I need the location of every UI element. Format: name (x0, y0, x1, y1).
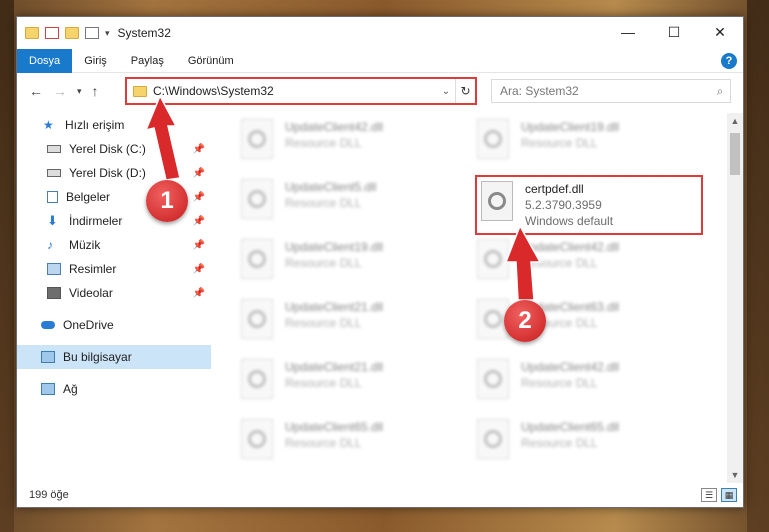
file-item[interactable]: UpdateClient19.dll Resource DLL (241, 239, 461, 293)
scroll-down-icon[interactable]: ▼ (727, 467, 743, 483)
nav-item-videos[interactable]: Videolar 📌 (17, 281, 211, 305)
music-icon: ♪ (47, 238, 53, 252)
dll-file-icon (241, 299, 273, 339)
file-item[interactable]: UpdateClient65.dll Resource DLL (477, 419, 697, 473)
maximize-icon[interactable]: ☐ (651, 17, 697, 47)
minimize-icon[interactable]: — (605, 17, 651, 47)
quick-access-toolbar: ▾ (17, 27, 110, 39)
tab-file[interactable]: Dosya (17, 48, 73, 73)
customize-toolbar-icon[interactable]: ▾ (105, 28, 110, 39)
tab-share[interactable]: Paylaş (119, 49, 176, 73)
pin-icon[interactable]: 📌 (193, 192, 205, 203)
file-item[interactable]: UpdateClient42.dll Resource DLL (477, 239, 697, 293)
tiles-view-icon[interactable]: ▦ (721, 488, 737, 502)
pin-icon[interactable]: 📌 (193, 144, 205, 155)
view-icon[interactable] (85, 27, 99, 39)
file-item[interactable]: UpdateClient21.dll Resource DLL (241, 299, 461, 353)
dll-file-icon (241, 359, 273, 399)
nav-quick-access[interactable]: ★ Hızlı erişim (17, 113, 211, 137)
callout-badge-2: 2 (504, 300, 546, 342)
ribbon-tabs: Dosya Giriş Paylaş Görünüm ? (17, 48, 743, 73)
cloud-icon (41, 321, 55, 329)
nav-item-local-disk-d[interactable]: Yerel Disk (D:) 📌 (17, 161, 211, 185)
downloads-icon: ⬇ (47, 213, 58, 228)
nav-item-music[interactable]: ♪ Müzik 📌 (17, 233, 211, 257)
recent-locations-icon[interactable]: ▾ (77, 86, 82, 97)
pin-icon[interactable]: 📌 (193, 288, 205, 299)
drive-icon (47, 145, 61, 153)
videos-icon (47, 287, 61, 299)
file-list: UpdateClient42.dll Resource DLL UpdateCli… (227, 113, 727, 483)
dll-file-icon (481, 181, 513, 221)
vertical-scrollbar[interactable]: ▲ ▼ (727, 113, 743, 483)
pictures-icon (47, 263, 61, 275)
search-icon[interactable]: ⌕ (710, 84, 730, 99)
documents-icon (47, 191, 58, 203)
item-count: 199 öğe (29, 489, 69, 501)
nav-item-pictures[interactable]: Resimler 📌 (17, 257, 211, 281)
title-bar: ▾ System32 — ☐ ✕ (17, 17, 743, 49)
navigation-pane: ★ Hızlı erişim Yerel Disk (C:) 📌 Yerel D… (17, 113, 211, 483)
file-item[interactable]: UpdateClient19.dll Resource DLL (477, 119, 697, 173)
callout-badge-1: 1 (146, 180, 188, 222)
address-dropdown-icon[interactable]: ⌄ (437, 86, 455, 97)
dll-file-icon (477, 419, 509, 459)
file-description: Windows default (525, 214, 614, 228)
tab-view[interactable]: Görünüm (176, 49, 246, 73)
dll-file-icon (241, 419, 273, 459)
back-arrow-icon[interactable]: ← (29, 83, 43, 99)
file-item[interactable]: UpdateClient42.dll Resource DLL (241, 119, 461, 173)
up-arrow-icon[interactable]: ↑ (92, 83, 99, 99)
search-placeholder[interactable]: Ara: System32 (500, 84, 710, 98)
scrollbar-thumb[interactable] (730, 133, 740, 175)
help-icon[interactable]: ? (721, 53, 737, 69)
pin-icon[interactable]: 📌 (193, 240, 205, 251)
file-name: certpdef.dll (525, 182, 584, 196)
network-icon (41, 383, 55, 395)
drive-icon (47, 169, 61, 177)
nav-this-pc[interactable]: Bu bilgisayar (17, 345, 211, 369)
refresh-icon[interactable]: ↻ (455, 79, 475, 103)
dll-file-icon (477, 119, 509, 159)
file-version: 5.2.3790.3959 (525, 198, 602, 212)
properties-icon[interactable] (45, 27, 59, 39)
pin-icon[interactable]: 📌 (193, 264, 205, 275)
scroll-up-icon[interactable]: ▲ (727, 113, 743, 129)
nav-network[interactable]: Ağ (17, 377, 211, 401)
folder-icon (133, 85, 147, 97)
certpdef-file-item[interactable]: certpdef.dll 5.2.3790.3959 Windows defau… (475, 175, 703, 235)
explorer-window: ▾ System32 — ☐ ✕ Dosya Giriş Paylaş Görü… (16, 16, 744, 508)
nav-onedrive[interactable]: OneDrive (17, 313, 211, 337)
close-icon[interactable]: ✕ (697, 17, 743, 47)
pin-icon[interactable]: 📌 (193, 168, 205, 179)
search-box[interactable]: Ara: System32 ⌕ (491, 79, 731, 103)
pin-icon[interactable]: 📌 (193, 216, 205, 227)
nav-item-local-disk-c[interactable]: Yerel Disk (C:) 📌 (17, 137, 211, 161)
status-bar: 199 öğe ☰ ▦ (17, 483, 743, 507)
tab-home[interactable]: Giriş (72, 49, 119, 73)
dll-file-icon (477, 359, 509, 399)
address-path[interactable]: C:\Windows\System32 (153, 84, 437, 98)
dll-file-icon (477, 239, 509, 279)
address-row: ← → ▾ ↑ C:\Windows\System32 ⌄ ↻ Ara: Sys… (17, 73, 743, 109)
window-title: System32 (117, 26, 171, 40)
folder-icon (25, 27, 39, 39)
details-view-icon[interactable]: ☰ (701, 488, 717, 502)
star-icon: ★ (43, 118, 54, 132)
file-item[interactable]: UpdateClient65.dll Resource DLL (241, 419, 461, 473)
dll-file-icon (241, 239, 273, 279)
dll-file-icon (241, 179, 273, 219)
new-folder-icon[interactable] (65, 27, 79, 39)
file-item[interactable]: UpdateClient5.dll Resource DLL (241, 179, 461, 233)
dll-file-icon (241, 119, 273, 159)
file-item[interactable]: UpdateClient21.dll Resource DLL (241, 359, 461, 413)
address-bar[interactable]: C:\Windows\System32 ⌄ ↻ (125, 77, 477, 105)
computer-icon (41, 351, 55, 363)
forward-arrow-icon[interactable]: → (53, 83, 67, 99)
file-item[interactable]: UpdateClient42.dll Resource DLL (477, 359, 697, 413)
